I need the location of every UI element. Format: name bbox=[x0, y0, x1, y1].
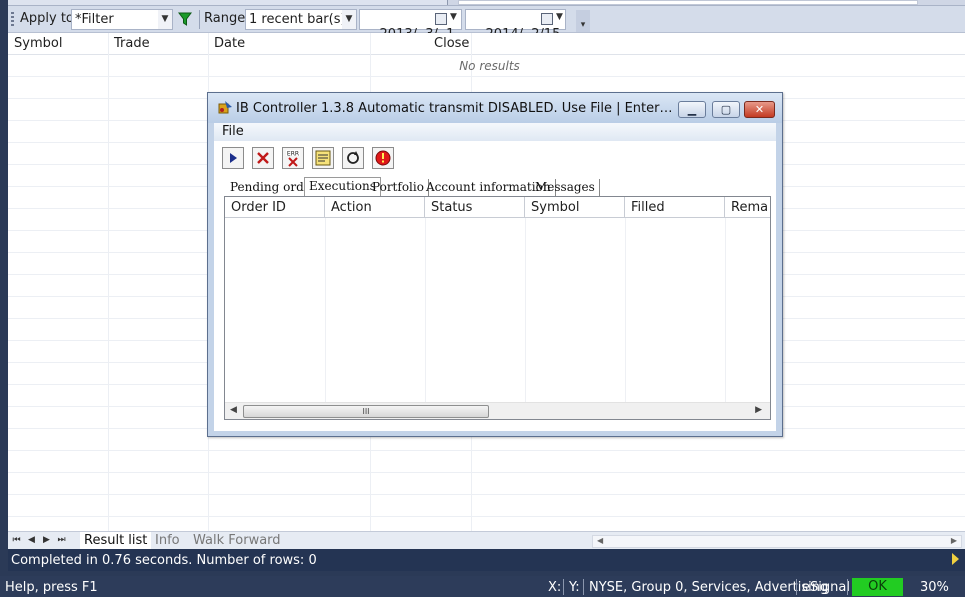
menu-file[interactable]: File bbox=[222, 124, 244, 139]
column-header-date[interactable]: Date bbox=[214, 36, 245, 51]
data-feed-label: eSignal bbox=[802, 580, 850, 595]
help-hint: Help, press F1 bbox=[5, 580, 98, 595]
executions-horizontal-scrollbar[interactable]: ◀ III ▶ bbox=[225, 402, 770, 419]
column-divider bbox=[625, 218, 626, 402]
play-icon[interactable] bbox=[952, 553, 959, 565]
tab-result-list[interactable]: Result list bbox=[80, 532, 152, 549]
maximize-button[interactable]: ▢ bbox=[712, 101, 740, 118]
cursor-x-readout: X: bbox=[548, 580, 562, 595]
date-from-field[interactable]: 2013/ 3/ 1 ▼ bbox=[359, 9, 462, 42]
scroll-left-icon[interactable]: ◀ bbox=[597, 536, 603, 545]
next-page-icon[interactable]: ▶ bbox=[41, 534, 52, 547]
scan-status-bar: Completed in 0.76 seconds. Number of row… bbox=[8, 549, 965, 571]
dialog-menubar: File bbox=[214, 123, 776, 141]
calendar-icon[interactable] bbox=[541, 13, 553, 25]
executions-table: Order ID Action Status Symbol Filled Rem… bbox=[224, 196, 771, 420]
status-separator bbox=[563, 579, 564, 595]
cursor-y-readout: Y: bbox=[569, 580, 580, 595]
chevron-down-icon[interactable]: ▼ bbox=[158, 10, 172, 29]
toolbar-separator bbox=[199, 10, 200, 29]
results-grid-header: Symbol Trade Date Close bbox=[8, 33, 965, 55]
scroll-right-icon[interactable]: ▶ bbox=[755, 405, 762, 415]
cancel-order-icon[interactable] bbox=[252, 147, 274, 169]
top-panel-left bbox=[8, 0, 448, 5]
first-page-icon[interactable]: ⏮ bbox=[11, 534, 22, 547]
toolbar-overflow-button[interactable]: ▾ bbox=[576, 10, 590, 32]
symbol-info-text: NYSE, Group 0, Services, Advertising bbox=[589, 580, 829, 595]
no-results-text: No results bbox=[459, 59, 520, 73]
chevron-down-icon[interactable]: ▼ bbox=[342, 10, 356, 29]
zoom-level: 30% bbox=[920, 580, 949, 595]
tab-messages[interactable]: Messages bbox=[531, 179, 600, 197]
left-window-frame bbox=[0, 0, 8, 597]
filter-toolbar: Apply to *Filter ▼ Range 1 recent bar(s)… bbox=[8, 6, 965, 42]
scroll-right-icon[interactable]: ▶ bbox=[951, 536, 957, 545]
scrollbar-thumb[interactable]: III bbox=[243, 405, 489, 418]
alert-icon[interactable] bbox=[372, 147, 394, 169]
column-header-status[interactable]: Status bbox=[425, 197, 525, 218]
notes-icon[interactable] bbox=[312, 147, 334, 169]
maximize-icon: ▢ bbox=[720, 103, 732, 116]
toolbar-grip-handle[interactable] bbox=[11, 12, 14, 28]
filter-combo[interactable]: *Filter ▼ bbox=[71, 9, 173, 30]
top-panel-right bbox=[458, 0, 918, 5]
date-to-field[interactable]: 2014/ 2/15 ▼ bbox=[465, 9, 566, 42]
column-header-remaining[interactable]: Rema bbox=[725, 197, 770, 218]
ib-controller-app-icon bbox=[218, 101, 232, 114]
last-page-icon[interactable]: ⏭ bbox=[56, 534, 67, 547]
column-divider bbox=[108, 33, 109, 531]
app-status-bar: Help, press F1 X: Y: NYSE, Group 0, Serv… bbox=[0, 576, 965, 597]
result-tabs-bar: ⏮ ◀ ▶ ⏭ Result list Info Walk Forward ◀ … bbox=[8, 531, 965, 549]
cancel-error-icon[interactable]: ERR bbox=[282, 147, 304, 169]
close-button[interactable]: ✕ bbox=[744, 101, 775, 118]
status-separator bbox=[583, 579, 584, 595]
filter-combo-value: *Filter bbox=[75, 12, 114, 27]
column-divider bbox=[525, 218, 526, 402]
column-header-close[interactable]: Close bbox=[434, 36, 469, 51]
svg-text:ERR: ERR bbox=[287, 151, 299, 158]
previous-page-icon[interactable]: ◀ bbox=[26, 534, 37, 547]
ib-controller-window: IB Controller 1.3.8 Automatic transmit D… bbox=[207, 92, 783, 437]
column-divider bbox=[325, 218, 326, 402]
calendar-icon[interactable] bbox=[435, 13, 447, 25]
column-divider bbox=[725, 218, 726, 402]
dialog-title: IB Controller 1.3.8 Automatic transmit D… bbox=[236, 101, 676, 116]
refresh-icon[interactable] bbox=[342, 147, 364, 169]
column-header-order-id[interactable]: Order ID bbox=[225, 197, 325, 218]
scan-status-message: Completed in 0.76 seconds. Number of row… bbox=[11, 553, 317, 568]
column-header-action[interactable]: Action bbox=[325, 197, 425, 218]
tab-walk-forward[interactable]: Walk Forward bbox=[189, 532, 285, 549]
dialog-titlebar[interactable]: IB Controller 1.3.8 Automatic transmit D… bbox=[208, 93, 782, 123]
column-header-symbol[interactable]: Symbol bbox=[14, 36, 62, 51]
status-separator bbox=[796, 579, 797, 595]
column-header-trade[interactable]: Trade bbox=[114, 36, 150, 51]
scroll-left-icon[interactable]: ◀ bbox=[230, 405, 237, 415]
chevron-down-icon[interactable]: ▼ bbox=[556, 12, 563, 22]
connection-status-indicator: OK bbox=[852, 578, 903, 596]
close-icon: ✕ bbox=[754, 103, 765, 116]
range-label: Range bbox=[204, 11, 246, 26]
apply-to-label: Apply to bbox=[20, 11, 74, 26]
status-separator bbox=[847, 579, 848, 595]
tab-info[interactable]: Info bbox=[151, 532, 184, 549]
filter-funnel-icon[interactable] bbox=[178, 11, 192, 27]
dialog-client-area: ERR Pending orders Executions Portfolio … bbox=[214, 141, 776, 431]
chevron-down-icon[interactable]: ▼ bbox=[450, 12, 457, 22]
results-horizontal-scrollbar[interactable]: ◀ ▶ bbox=[592, 535, 962, 548]
range-combo-value: 1 recent bar(s) bbox=[249, 12, 346, 27]
tab-portfolio[interactable]: Portfolio bbox=[368, 179, 429, 197]
column-divider bbox=[425, 218, 426, 402]
minimize-button[interactable]: ▁ bbox=[678, 101, 706, 118]
column-header-symbol[interactable]: Symbol bbox=[525, 197, 625, 218]
play-icon[interactable] bbox=[222, 147, 244, 169]
column-header-filled[interactable]: Filled bbox=[625, 197, 725, 218]
minimize-icon: ▁ bbox=[687, 103, 697, 116]
range-combo[interactable]: 1 recent bar(s) ▼ bbox=[245, 9, 357, 30]
